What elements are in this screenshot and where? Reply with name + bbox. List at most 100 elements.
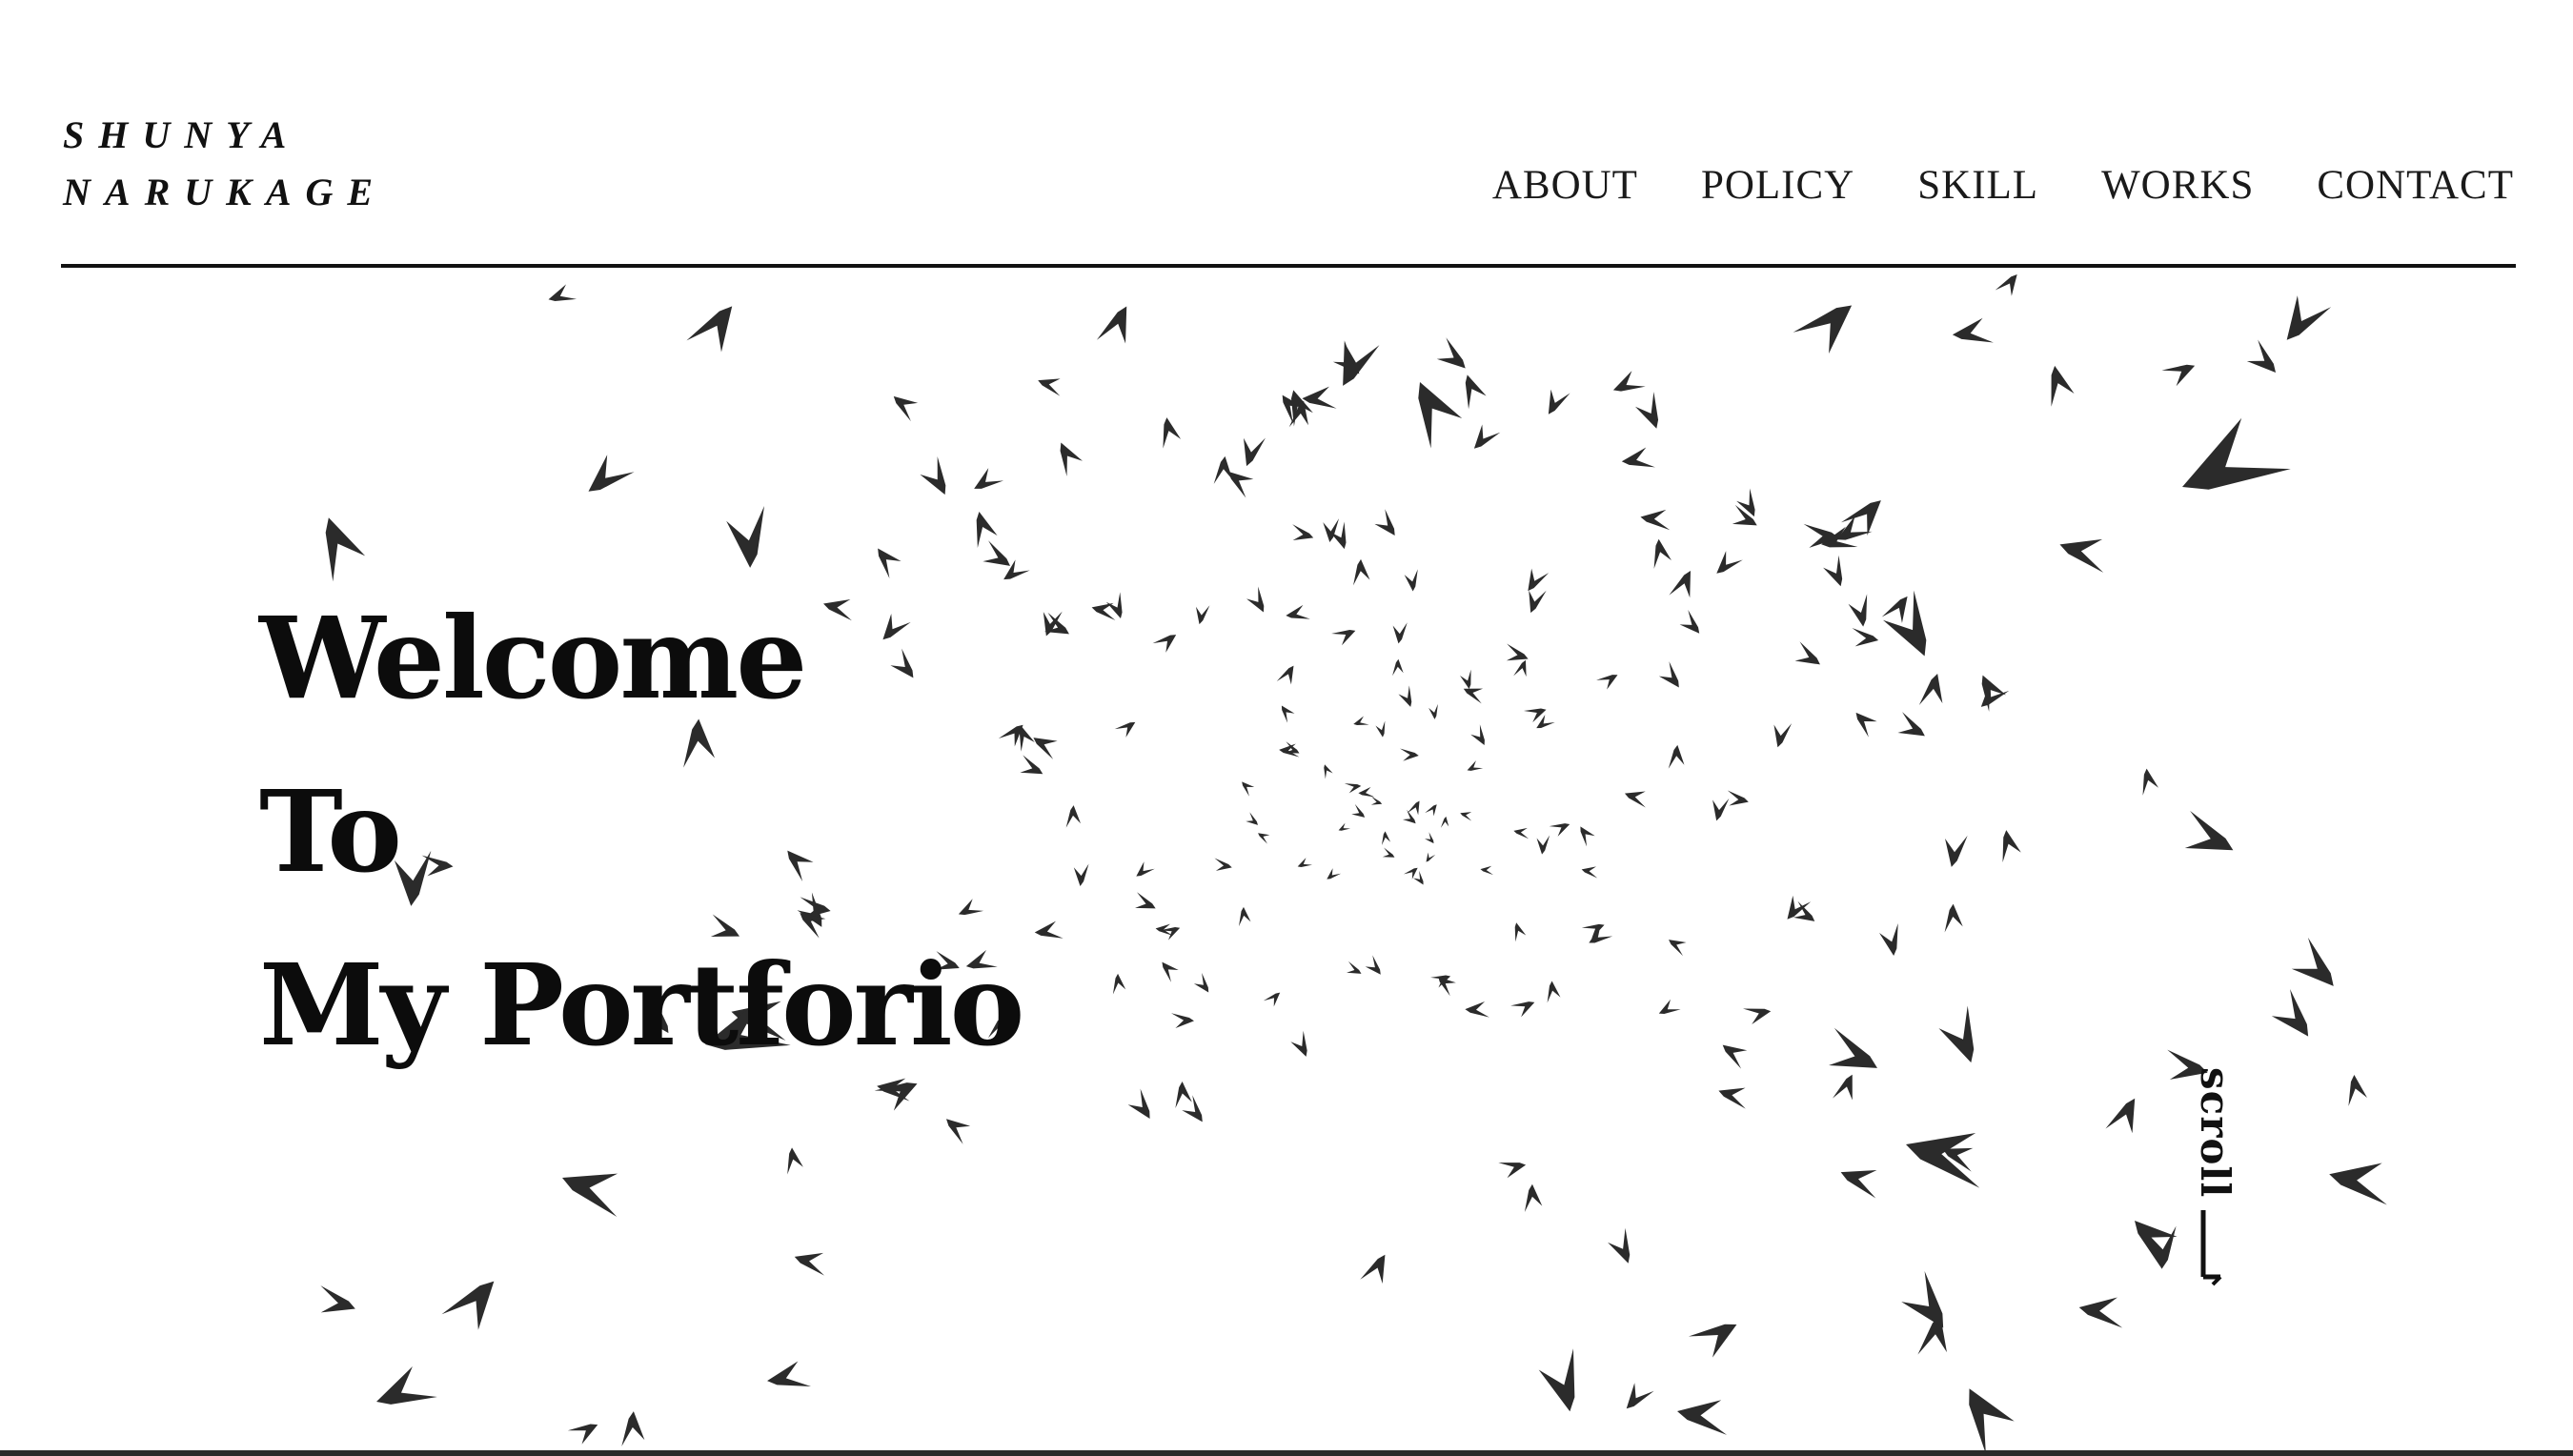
bird-shape xyxy=(1523,708,1547,723)
bird-shape xyxy=(1640,509,1671,531)
bird-shape xyxy=(1793,305,1853,354)
bird-shape xyxy=(1470,724,1485,745)
bird-shape xyxy=(1467,760,1484,771)
bird-shape xyxy=(320,1285,355,1313)
site-logo[interactable]: SHUNYA NARUKAGE xyxy=(63,107,387,221)
bird-shape xyxy=(1060,442,1083,476)
bird-shape xyxy=(1883,590,1927,657)
bird-shape xyxy=(1524,1183,1543,1212)
nav-skill-link[interactable]: SKILL xyxy=(1917,162,2038,209)
bird-shape xyxy=(1669,940,1687,957)
bird-shape xyxy=(1727,790,1749,806)
bird-shape xyxy=(1171,1013,1194,1028)
bird-shape xyxy=(1403,867,1418,880)
bird-shape xyxy=(567,1424,598,1445)
bird-shape xyxy=(1580,826,1595,847)
scroll-label: scroll xyxy=(2192,1067,2239,1199)
bird-shape xyxy=(548,284,577,302)
bird-shape xyxy=(1400,748,1419,761)
bird-shape xyxy=(1879,922,1898,956)
bird-shape xyxy=(2329,1163,2387,1205)
bird-shape xyxy=(2051,365,2075,407)
bird-shape xyxy=(1944,903,1963,933)
bird-shape xyxy=(2184,810,2234,851)
bird-shape xyxy=(1823,555,1843,587)
nav-about-link[interactable]: ABOUT xyxy=(1492,162,1638,209)
bird-shape xyxy=(1374,509,1395,536)
bird-shape xyxy=(376,1366,437,1405)
bird-shape xyxy=(1360,1254,1386,1284)
bird-shape xyxy=(946,1119,971,1144)
bird-shape xyxy=(1324,764,1333,779)
bird-shape xyxy=(1242,781,1255,797)
bird-shape xyxy=(1281,705,1295,723)
bird-shape xyxy=(1852,627,1879,647)
bird-shape xyxy=(1351,803,1366,818)
bird-shape xyxy=(2286,295,2332,340)
nav-policy-link[interactable]: POLICY xyxy=(1701,162,1854,209)
bird-shape xyxy=(1718,1087,1746,1109)
nav-works-link[interactable]: WORKS xyxy=(2101,162,2254,209)
bird-shape xyxy=(920,456,946,495)
hero-heading: Welcome To My Portforio xyxy=(259,572,1024,1092)
bird-shape xyxy=(1213,455,1233,484)
bird-shape xyxy=(1276,665,1294,685)
bird-shape xyxy=(1634,392,1659,429)
bird-shape xyxy=(1506,643,1529,661)
scroll-indicator[interactable]: scroll xyxy=(2188,1067,2245,1296)
bird-shape xyxy=(1536,835,1550,855)
bird-shape xyxy=(1286,604,1310,619)
bird-shape xyxy=(1425,832,1434,844)
bird-shape xyxy=(1152,635,1177,653)
bird-shape xyxy=(1548,389,1570,415)
bird-shape xyxy=(1736,488,1755,517)
bird-shape xyxy=(1833,1074,1853,1101)
bird-shape xyxy=(1162,961,1179,982)
bird-shape xyxy=(1668,744,1685,769)
bird-shape xyxy=(1258,833,1270,844)
bird-shape xyxy=(1621,447,1655,468)
bird-shape xyxy=(1425,804,1437,817)
nav-contact-link[interactable]: CONTACT xyxy=(2317,162,2514,209)
bird-shape xyxy=(621,1411,645,1446)
bird-shape xyxy=(1347,961,1362,974)
bird-shape xyxy=(1677,1400,1728,1435)
bird-shape xyxy=(1840,1170,1877,1199)
bird-shape xyxy=(767,1361,812,1387)
bird-shape xyxy=(1193,973,1209,993)
bird-shape xyxy=(1353,558,1370,586)
bird-shape xyxy=(1528,568,1550,592)
bird-shape xyxy=(1480,865,1493,876)
bird-shape xyxy=(1428,703,1438,719)
bird-shape xyxy=(1163,417,1182,449)
bird-shape xyxy=(1952,317,1994,343)
bird-shape xyxy=(1624,791,1646,808)
bird-shape xyxy=(1243,437,1266,467)
bird-shape xyxy=(1381,831,1391,846)
bird-shape xyxy=(1331,629,1356,646)
bird-shape xyxy=(1658,999,1681,1015)
bird-shape xyxy=(1742,1008,1772,1025)
bird-shape xyxy=(1855,712,1877,738)
bird-shape xyxy=(2182,417,2291,490)
bird-shape xyxy=(1581,866,1598,879)
bird-shape xyxy=(1214,858,1232,871)
bird-shape xyxy=(1297,858,1313,867)
bird-shape xyxy=(1038,378,1061,396)
hero-line-2: To xyxy=(259,765,402,898)
bird-shape xyxy=(1538,1348,1575,1412)
bird-shape xyxy=(1465,374,1487,410)
bird-shape xyxy=(2161,364,2196,387)
bird-shape xyxy=(1995,273,2017,296)
logo-line-1: SHUNYA xyxy=(63,113,301,156)
bird-shape xyxy=(1463,688,1484,704)
bird-shape xyxy=(1426,852,1436,862)
bird-shape xyxy=(1514,922,1527,942)
bird-shape xyxy=(1529,590,1547,614)
bird-shape xyxy=(1679,610,1700,634)
bird-shape xyxy=(1175,1082,1192,1109)
bird-shape xyxy=(1440,816,1449,828)
bird-shape xyxy=(1549,823,1570,837)
bird-shape xyxy=(1034,920,1064,939)
bird-shape xyxy=(1498,1163,1527,1179)
